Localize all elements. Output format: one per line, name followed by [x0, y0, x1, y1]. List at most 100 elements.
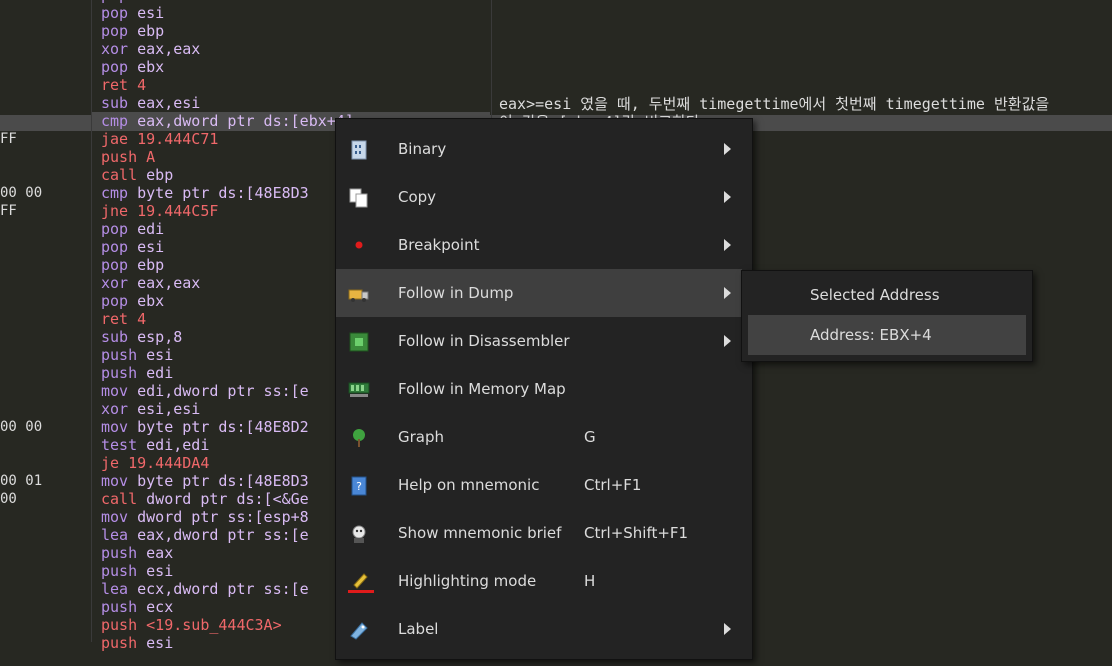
mnemonic: pop — [101, 58, 129, 76]
mnemonic: push — [101, 544, 138, 562]
mnemonic: xor — [101, 400, 129, 418]
chevron-right-icon — [724, 239, 731, 251]
operands: esi — [137, 238, 165, 256]
operands: esi — [146, 562, 174, 580]
menu-item-binary[interactable]: Binary — [336, 125, 742, 173]
byte-cell: 00 01 — [0, 473, 43, 489]
mnemonic: pop — [101, 292, 129, 310]
operands: eax,eax — [137, 274, 201, 292]
submenu-item-selected-address[interactable]: Selected Address — [748, 275, 1026, 315]
operands: byte ptr ds:[48E8D2 — [137, 418, 309, 436]
operands: ebx — [137, 58, 165, 76]
menu-item-shortcut: Ctrl+Shift+F1 — [584, 524, 689, 542]
menu-item-follow-in-disassembler[interactable]: Follow in Disassembler — [336, 317, 742, 365]
chevron-right-icon — [724, 335, 731, 347]
graph-icon — [348, 427, 370, 449]
operands: ebp — [137, 256, 165, 274]
menu-item-shortcut: Ctrl+F1 — [584, 476, 642, 494]
mnemonic: call — [101, 490, 138, 508]
operands: eax,dword ptr ss:[e — [137, 526, 309, 544]
brief-icon — [348, 523, 370, 545]
operands: dword ptr ds:[<&Ge — [146, 490, 309, 508]
menu-item-label: Show mnemonic brief — [398, 524, 562, 542]
disasm-row[interactable]: sub eax,esi — [92, 94, 490, 112]
operands: 4 — [137, 310, 147, 328]
operands: edi — [146, 364, 174, 382]
mnemonic: push — [101, 634, 138, 652]
menu-item-highlighting-mode[interactable]: Highlighting mode H — [336, 557, 742, 605]
operands: 19.444C5F — [137, 202, 219, 220]
mnemonic: test — [101, 436, 138, 454]
operands: A — [146, 148, 156, 166]
mnemonic: push — [101, 346, 138, 364]
operands: esi — [137, 4, 165, 22]
submenu-item-label: Address: EBX+4 — [810, 326, 932, 344]
operands: byte ptr ds:[48E8D3 — [137, 472, 309, 490]
dump-icon — [348, 283, 370, 305]
mnemonic: lea — [101, 580, 129, 598]
menu-item-follow-in-memory-map[interactable]: Follow in Memory Map — [336, 365, 742, 413]
mnemonic: ret — [101, 76, 129, 94]
binary-icon — [348, 139, 370, 161]
operands: eax,eax — [137, 40, 201, 58]
operands: eax — [146, 544, 174, 562]
bytes-column: FF 00 00 FF 00 00 00 01 00 — [0, 0, 91, 666]
operands: esi — [146, 634, 174, 652]
memory-map-icon — [348, 379, 370, 401]
mnemonic: pop — [101, 238, 129, 256]
menu-item-breakpoint[interactable]: Breakpoint — [336, 221, 742, 269]
mnemonic: pop — [101, 22, 129, 40]
menu-item-label: Follow in Dump — [398, 284, 514, 302]
mnemonic: mov — [101, 508, 129, 526]
mnemonic: sub — [101, 94, 129, 112]
mnemonic: push — [101, 616, 138, 634]
menu-item-label: Breakpoint — [398, 236, 480, 254]
operands: eax,dword ptr ds:[ebx+4] — [137, 112, 354, 130]
menu-item-label[interactable]: Label — [336, 605, 742, 653]
mnemonic: xor — [101, 40, 129, 58]
disasm-row[interactable]: ret 4 — [92, 76, 490, 94]
mnemonic: mov — [101, 418, 129, 436]
mnemonic: cmp — [101, 112, 129, 130]
disasm-row[interactable]: pop ebp — [92, 22, 490, 40]
operands: dword ptr ss:[esp+8 — [137, 508, 309, 526]
menu-item-label: Graph — [398, 428, 445, 446]
mnemonic: push — [101, 562, 138, 580]
mnemonic: sub — [101, 328, 129, 346]
chevron-right-icon — [724, 287, 731, 299]
mnemonic: jne — [101, 202, 129, 220]
operands: esp,8 — [137, 328, 183, 346]
byte-cell: FF — [0, 131, 17, 147]
highlight-icon — [348, 571, 374, 593]
mnemonic: pop — [101, 256, 129, 274]
menu-item-copy[interactable]: Copy — [336, 173, 742, 221]
menu-item-shortcut: G — [584, 428, 596, 446]
menu-item-show-mnemonic-brief[interactable]: Show mnemonic brief Ctrl+Shift+F1 — [336, 509, 742, 557]
operands: eax,esi — [137, 94, 201, 112]
menu-item-graph[interactable]: Graph G — [336, 413, 742, 461]
submenu-item-address-ebx4[interactable]: Address: EBX+4 — [748, 315, 1026, 355]
mnemonic: pop — [101, 4, 129, 22]
byte-cell: 00 00 — [0, 419, 43, 435]
menu-item-label: Follow in Disassembler — [398, 332, 570, 350]
operands: byte ptr ds:[48E8D3 — [137, 184, 309, 202]
disasm-row[interactable]: pop esi — [92, 4, 490, 22]
comment-line[interactable]: eax>=esi 였을 때, 두번째 timegettime에서 첫번째 tim… — [499, 95, 1049, 113]
mnemonic: je — [101, 454, 120, 472]
disasm-row[interactable]: pop ebx — [92, 58, 490, 76]
byte-cell: 00 — [0, 491, 17, 507]
mnemonic: pop — [101, 220, 129, 238]
label-icon — [348, 619, 370, 641]
operands: ebp — [146, 166, 174, 184]
disasm-row[interactable]: xor eax,eax — [92, 40, 490, 58]
operands: esi — [146, 346, 174, 364]
chevron-right-icon — [724, 623, 731, 635]
mnemonic: jae — [101, 130, 129, 148]
menu-item-label: Help on mnemonic — [398, 476, 540, 494]
debugger-window: FF 00 00 FF 00 00 00 01 00 pop ebx pop e… — [0, 0, 1112, 660]
byte-cell: 00 00 — [0, 185, 43, 201]
menu-item-help-on-mnemonic[interactable]: ? Help on mnemonic Ctrl+F1 — [336, 461, 742, 509]
breakpoint-icon — [348, 235, 370, 257]
mnemonic: ret — [101, 310, 129, 328]
menu-item-follow-in-dump[interactable]: Follow in Dump — [336, 269, 742, 317]
